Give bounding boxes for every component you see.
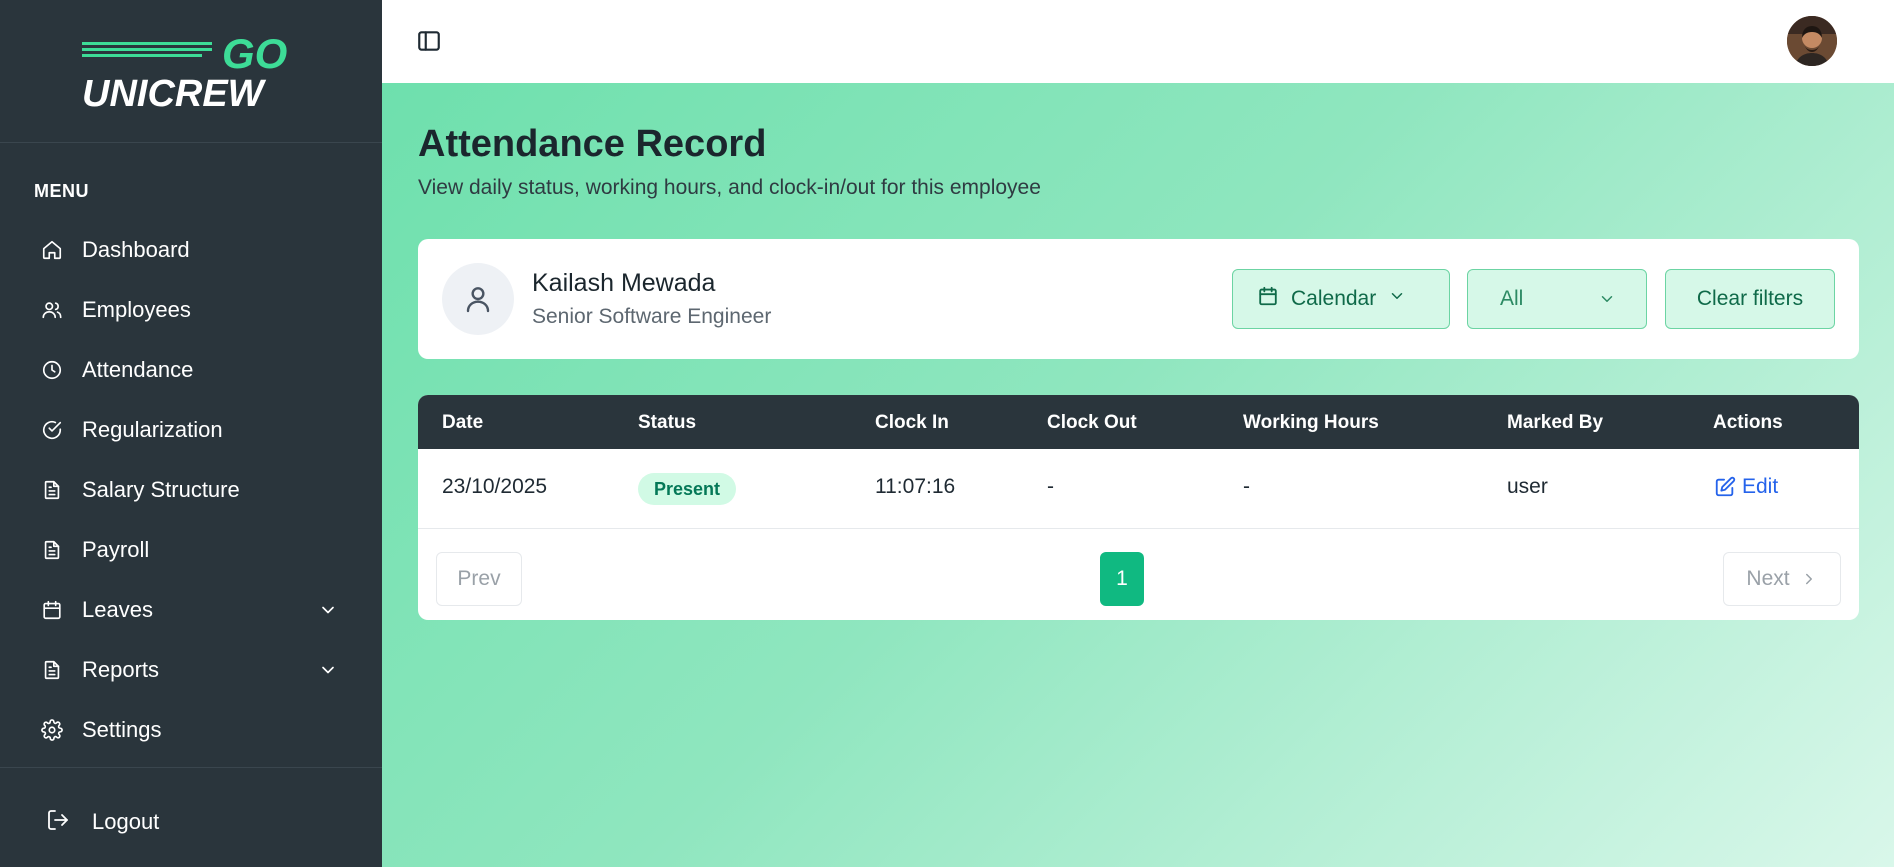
sidebar-item-label: Reports <box>82 657 160 682</box>
column-header-actions: Actions <box>1713 412 1783 433</box>
sidebar-item-label: Salary Structure <box>82 477 240 502</box>
employee-avatar <box>442 263 514 335</box>
page-title: Attendance Record <box>418 123 767 165</box>
cell-working-hours: - <box>1243 475 1250 498</box>
column-header-clock-out[interactable]: Clock Out <box>1047 412 1137 434</box>
document-icon <box>40 658 64 682</box>
logout-icon <box>46 808 70 837</box>
pagination-next-label: Next <box>1746 567 1790 590</box>
chevron-right-icon <box>1805 573 1812 585</box>
sidebar-item-reports[interactable]: Reports <box>0 640 382 700</box>
calendar-filter-button[interactable]: Calendar <box>1232 269 1450 329</box>
clear-filters-button[interactable]: Clear filters <box>1665 269 1835 329</box>
logo-unicrew-text: UNICREW <box>82 73 267 110</box>
home-icon <box>40 238 64 262</box>
pagination-page-1[interactable]: 1 <box>1100 552 1144 606</box>
sidebar-item-dashboard[interactable]: Dashboard <box>0 220 382 280</box>
chevron-down-icon[interactable] <box>318 660 338 680</box>
column-header-date[interactable]: Date <box>442 412 483 434</box>
edit-button[interactable]: Edit <box>1714 475 1778 499</box>
employee-name: Kailash Mewada <box>532 269 716 297</box>
sidebar-item-label: Dashboard <box>82 237 190 262</box>
chevron-down-icon <box>1598 290 1616 314</box>
status-filter-value: All <box>1500 287 1524 310</box>
calendar-filter-label: Calendar <box>1291 287 1377 310</box>
page-subtitle: View daily status, working hours, and cl… <box>418 176 1041 199</box>
employee-card: Kailash Mewada Senior Software Engineer … <box>418 239 1859 359</box>
attendance-table: Date Status Clock In Clock Out Working H… <box>418 395 1859 620</box>
logout-button[interactable]: Logout <box>0 792 382 852</box>
document-icon <box>40 538 64 562</box>
sidebar-item-attendance[interactable]: Attendance <box>0 340 382 400</box>
column-header-clock-in[interactable]: Clock In <box>875 412 949 434</box>
cell-date: 23/10/2025 <box>442 475 548 498</box>
status-badge: Present <box>638 473 737 505</box>
edit-label: Edit <box>1742 475 1779 498</box>
calendar-icon <box>1257 285 1279 313</box>
sidebar-item-regularization[interactable]: Regularization <box>0 400 382 460</box>
sidebar-nav: Dashboard Employees Attendance Regulariz… <box>0 220 382 760</box>
sidebar-toggle-icon[interactable] <box>416 28 442 54</box>
unicrew-logo[interactable]: GO UNICREW <box>80 30 300 115</box>
top-bar <box>382 0 1894 83</box>
calendar-icon <box>40 598 64 622</box>
sidebar-item-label: Regularization <box>82 417 223 442</box>
employee-role: Senior Software Engineer <box>532 305 772 328</box>
sidebar-item-label: Attendance <box>82 357 194 382</box>
table-header: Date Status Clock In Clock Out Working H… <box>418 395 1859 449</box>
sidebar-item-label: Settings <box>82 717 162 742</box>
sidebar-divider-top <box>0 142 382 143</box>
clock-icon <box>40 358 64 382</box>
menu-heading: MENU <box>34 181 89 201</box>
logo-go-text: GO <box>222 30 287 77</box>
sidebar-item-label: Employees <box>82 297 191 322</box>
pagination-next-button[interactable]: Next <box>1723 552 1841 606</box>
sidebar-item-settings[interactable]: Settings <box>0 700 382 760</box>
gear-icon <box>40 718 64 742</box>
cell-clock-out: - <box>1047 475 1054 498</box>
pagination-prev-button[interactable]: Prev <box>436 552 522 606</box>
sidebar-divider-bottom <box>0 767 382 768</box>
logout-label: Logout <box>92 809 160 834</box>
sidebar-item-payroll[interactable]: Payroll <box>0 520 382 580</box>
user-avatar[interactable] <box>1787 16 1837 66</box>
sidebar: GO UNICREW MENU Dashboard Employees Atte… <box>0 0 382 867</box>
chevron-down-icon[interactable] <box>318 600 338 620</box>
sidebar-item-employees[interactable]: Employees <box>0 280 382 340</box>
user-icon <box>466 287 490 313</box>
column-header-status[interactable]: Status <box>638 412 696 434</box>
table-row: 23/10/2025 Present 11:07:16 - - user Edi… <box>418 449 1859 529</box>
check-circle-icon <box>40 418 64 442</box>
edit-icon <box>1715 476 1736 497</box>
cell-marked-by: user <box>1507 475 1548 498</box>
sidebar-item-label: Leaves <box>82 597 153 622</box>
sidebar-item-label: Payroll <box>82 537 150 562</box>
document-icon <box>40 478 64 502</box>
users-icon <box>40 298 64 322</box>
cell-clock-in: 11:07:16 <box>875 475 956 498</box>
sidebar-item-leaves[interactable]: Leaves <box>0 580 382 640</box>
status-filter-select[interactable]: All <box>1467 269 1647 329</box>
main-content: Attendance Record View daily status, wor… <box>382 83 1894 867</box>
column-header-working-hours[interactable]: Working Hours <box>1243 412 1379 434</box>
chevron-down-icon <box>1388 287 1406 311</box>
sidebar-item-salary-structure[interactable]: Salary Structure <box>0 460 382 520</box>
column-header-marked-by[interactable]: Marked By <box>1507 412 1603 434</box>
